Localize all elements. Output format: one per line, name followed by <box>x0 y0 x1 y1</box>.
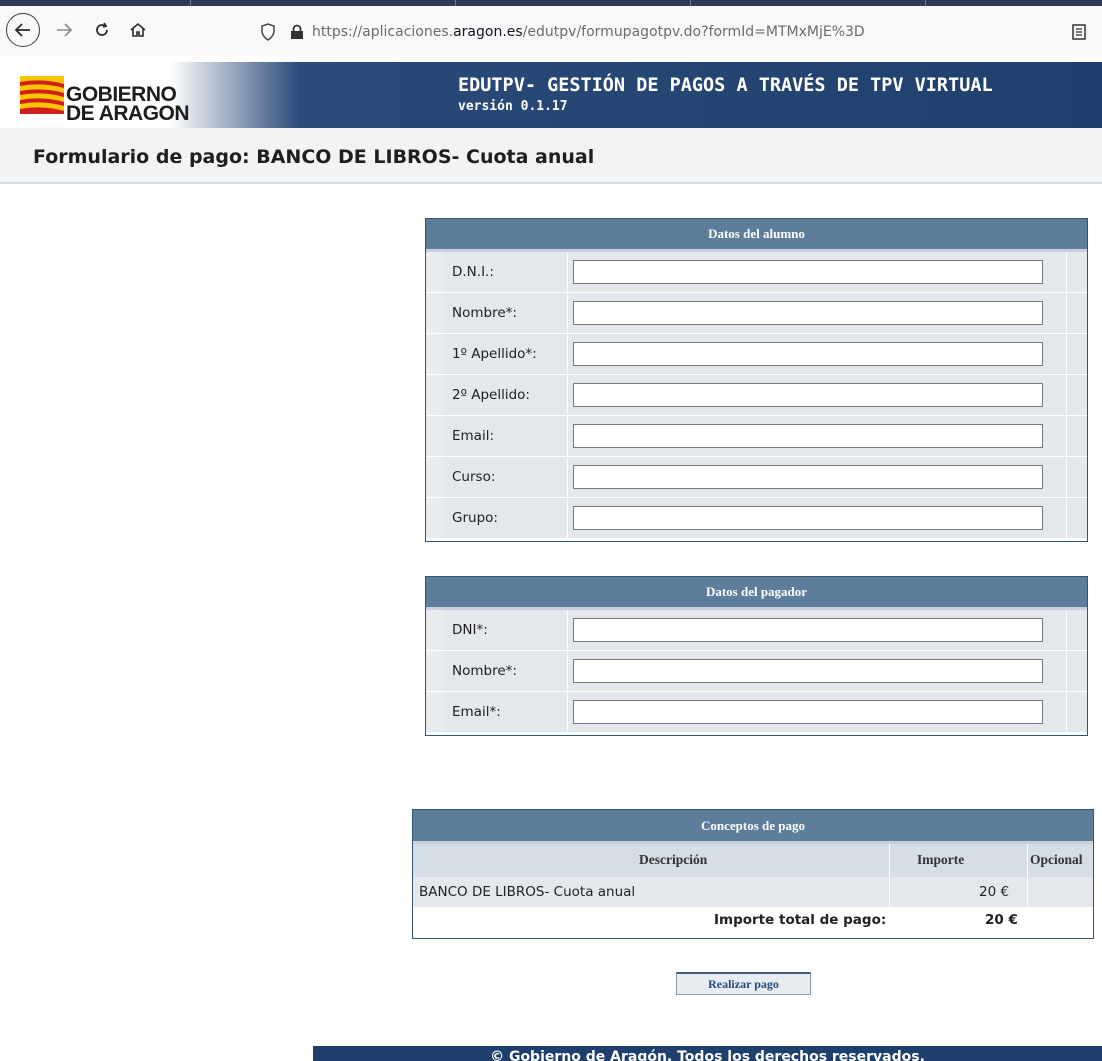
field-row-dni: D.N.I.: <box>426 252 1087 293</box>
column-separator <box>889 877 890 907</box>
realizar-pago-button[interactable]: Realizar pago <box>676 972 811 995</box>
gobierno-aragon-logo: GOBIERNO DE ARAGON <box>20 74 200 124</box>
home-button[interactable] <box>122 14 154 46</box>
field-label: Email: <box>452 428 495 444</box>
column-separator <box>567 293 568 333</box>
reader-view-button[interactable] <box>1072 24 1086 44</box>
field-row-payer-email: Email*: <box>426 692 1087 733</box>
column-separator <box>1066 375 1067 415</box>
logo-text: GOBIERNO DE ARAGON <box>66 84 190 125</box>
field-label: 2º Apellido: <box>452 387 530 403</box>
browser-toolbar: https://aplicaciones.aragon.es/edutpv/fo… <box>0 6 1102 56</box>
column-separator <box>567 651 568 691</box>
column-separator <box>1066 416 1067 456</box>
column-separator <box>1066 610 1067 650</box>
field-label: Email*: <box>452 704 501 720</box>
reload-button[interactable] <box>86 14 118 46</box>
student-panel-heading: Datos del alumno <box>426 219 1087 252</box>
payer-dni-input[interactable] <box>573 618 1043 642</box>
total-amount: 20 € <box>985 912 1018 928</box>
field-label: DNI*: <box>452 622 488 638</box>
field-label: 1º Apellido*: <box>452 346 537 362</box>
field-row-nombre: Nombre*: <box>426 293 1087 334</box>
column-separator <box>567 252 568 292</box>
col-descripcion: Descripción <box>639 852 708 867</box>
page-title-bar: Formulario de pago: BANCO DE LIBROS- Cuo… <box>0 128 1102 184</box>
column-separator <box>1066 651 1067 691</box>
field-label: D.N.I.: <box>452 264 494 280</box>
payer-data-panel: Datos del pagador DNI*: Nombre*: Email*: <box>425 576 1088 736</box>
field-label: Curso: <box>452 469 496 485</box>
column-separator <box>567 375 568 415</box>
aragon-flag-icon <box>20 76 64 114</box>
concepts-header-row: Descripción Importe Opcional <box>413 844 1093 877</box>
lock-icon <box>291 24 303 39</box>
home-icon <box>130 22 146 37</box>
student-curso-input[interactable] <box>573 465 1043 489</box>
field-label: Nombre*: <box>452 663 517 679</box>
total-row: Importe total de pago: 20 € <box>413 907 1093 935</box>
app-title: EDUTPV- GESTIÓN DE PAGOS A TRAVÉS DE TPV… <box>458 75 993 96</box>
payer-email-input[interactable] <box>573 700 1043 724</box>
col-importe: Importe <box>917 852 965 867</box>
student-apellido1-input[interactable] <box>573 342 1043 366</box>
concept-amount: 20 € <box>979 884 1010 900</box>
total-label: Importe total de pago: <box>714 912 887 928</box>
url-prefix: https://aplicaciones. <box>312 24 454 40</box>
payer-nombre-input[interactable] <box>573 659 1043 683</box>
column-separator <box>1066 252 1067 292</box>
column-separator <box>1066 293 1067 333</box>
field-row-payer-dni: DNI*: <box>426 610 1087 651</box>
app-version: versión 0.1.17 <box>458 99 568 114</box>
page-title: Formulario de pago: BANCO DE LIBROS- Cuo… <box>33 146 595 168</box>
student-dni-input[interactable] <box>573 260 1043 284</box>
column-separator <box>1066 457 1067 497</box>
student-email-input[interactable] <box>573 424 1043 448</box>
column-separator <box>567 610 568 650</box>
payer-panel-heading: Datos del pagador <box>426 577 1087 610</box>
forward-button[interactable] <box>48 14 80 46</box>
field-label: Nombre*: <box>452 305 517 321</box>
url-domain: aragon.es <box>453 24 523 40</box>
column-separator <box>1027 844 1028 877</box>
student-apellido2-input[interactable] <box>573 383 1043 407</box>
reader-view-icon <box>1072 24 1086 40</box>
concept-row: BANCO DE LIBROS- Cuota anual 20 € <box>413 877 1093 907</box>
url-bar[interactable]: https://aplicaciones.aragon.es/edutpv/fo… <box>256 14 1102 50</box>
logo-line2: DE ARAGON <box>66 102 190 125</box>
footer-copyright: © Gobierno de Aragón. Todos los derechos… <box>313 1046 1102 1061</box>
column-separator <box>567 416 568 456</box>
column-separator <box>567 457 568 497</box>
field-row-apellido1: 1º Apellido*: <box>426 334 1087 375</box>
payment-concepts-table: Conceptos de pago Descripción Importe Op… <box>412 809 1094 939</box>
column-separator <box>567 498 568 538</box>
url-path: /edutpv/formupagotpv.do?formId=MTMxMjE%3… <box>522 24 865 40</box>
column-separator <box>567 692 568 732</box>
col-opcional: Opcional <box>1030 852 1083 867</box>
reload-icon <box>96 22 108 36</box>
field-row-grupo: Grupo: <box>426 498 1087 539</box>
column-separator <box>1027 877 1028 907</box>
student-data-panel: Datos del alumno D.N.I.: Nombre*: 1º Ape… <box>425 218 1088 542</box>
arrow-right-icon <box>57 23 73 37</box>
field-row-email: Email: <box>426 416 1087 457</box>
column-separator <box>567 334 568 374</box>
column-separator <box>889 844 890 877</box>
concept-description: BANCO DE LIBROS- Cuota anual <box>419 884 636 900</box>
arrow-left-icon <box>14 23 30 37</box>
back-button[interactable] <box>6 13 40 47</box>
column-separator <box>1066 692 1067 732</box>
url-text: https://aplicaciones.aragon.es/edutpv/fo… <box>312 24 865 40</box>
site-header: GOBIERNO DE ARAGON EDUTPV- GESTIÓN DE PA… <box>0 62 1102 128</box>
shield-icon <box>261 23 275 41</box>
field-label: Grupo: <box>452 510 498 526</box>
column-separator <box>1066 334 1067 374</box>
column-separator <box>1066 498 1067 538</box>
student-nombre-input[interactable] <box>573 301 1043 325</box>
field-row-apellido2: 2º Apellido: <box>426 375 1087 416</box>
field-row-payer-nombre: Nombre*: <box>426 651 1087 692</box>
concepts-heading: Conceptos de pago <box>413 810 1093 844</box>
student-grupo-input[interactable] <box>573 506 1043 530</box>
field-row-curso: Curso: <box>426 457 1087 498</box>
